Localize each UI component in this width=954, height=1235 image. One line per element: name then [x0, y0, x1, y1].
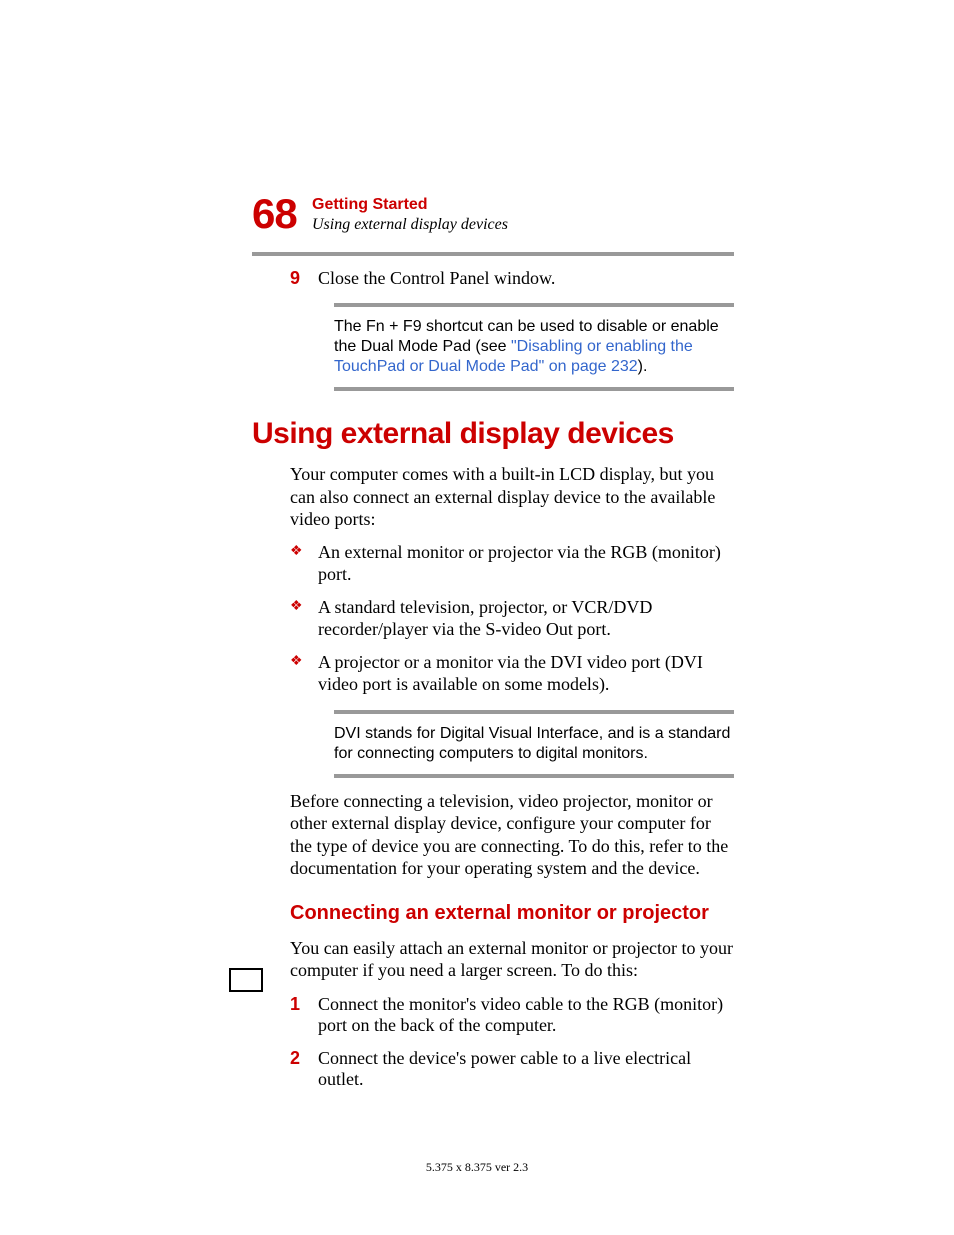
note-text: DVI stands for Digital Visual Interface,… — [334, 724, 734, 764]
note-post: ). — [638, 358, 648, 375]
bullet-icon: ❖ — [290, 651, 318, 696]
horizontal-rule — [252, 252, 734, 256]
step-text: Connect the monitor's video cable to the… — [318, 994, 734, 1036]
header-subtitle: Using external display devices — [312, 216, 954, 234]
step-number: 2 — [290, 1048, 318, 1090]
bullet-text: A standard television, projector, or VCR… — [318, 596, 734, 641]
bullet-icon: ❖ — [290, 541, 318, 586]
note-bottom-rule — [334, 387, 734, 391]
paragraph: Before connecting a television, video pr… — [290, 790, 734, 880]
note-text: The Fn + F9 shortcut can be used to disa… — [334, 317, 734, 377]
paragraph: You can easily attach an external monito… — [290, 937, 734, 982]
bullet-text: A projector or a monitor via the DVI vid… — [318, 651, 734, 696]
step-number: 1 — [290, 994, 318, 1036]
step-text: Close the Control Panel window. — [318, 268, 734, 289]
note-top-rule — [334, 303, 734, 307]
monitor-icon — [229, 968, 263, 992]
heading-1: Using external display devices — [252, 417, 954, 451]
step-text: Connect the device's power cable to a li… — [318, 1048, 734, 1090]
header-chapter: Getting Started — [312, 196, 954, 214]
bullet-text: An external monitor or projector via the… — [318, 541, 734, 586]
intro-paragraph: Your computer comes with a built-in LCD … — [290, 463, 734, 531]
footer-text: 5.375 x 8.375 ver 2.3 — [0, 1160, 954, 1175]
bullet-icon: ❖ — [290, 596, 318, 641]
step-number: 9 — [290, 268, 318, 289]
note-bottom-rule — [334, 774, 734, 778]
heading-2: Connecting an external monitor or projec… — [290, 902, 734, 925]
note-top-rule — [334, 710, 734, 714]
